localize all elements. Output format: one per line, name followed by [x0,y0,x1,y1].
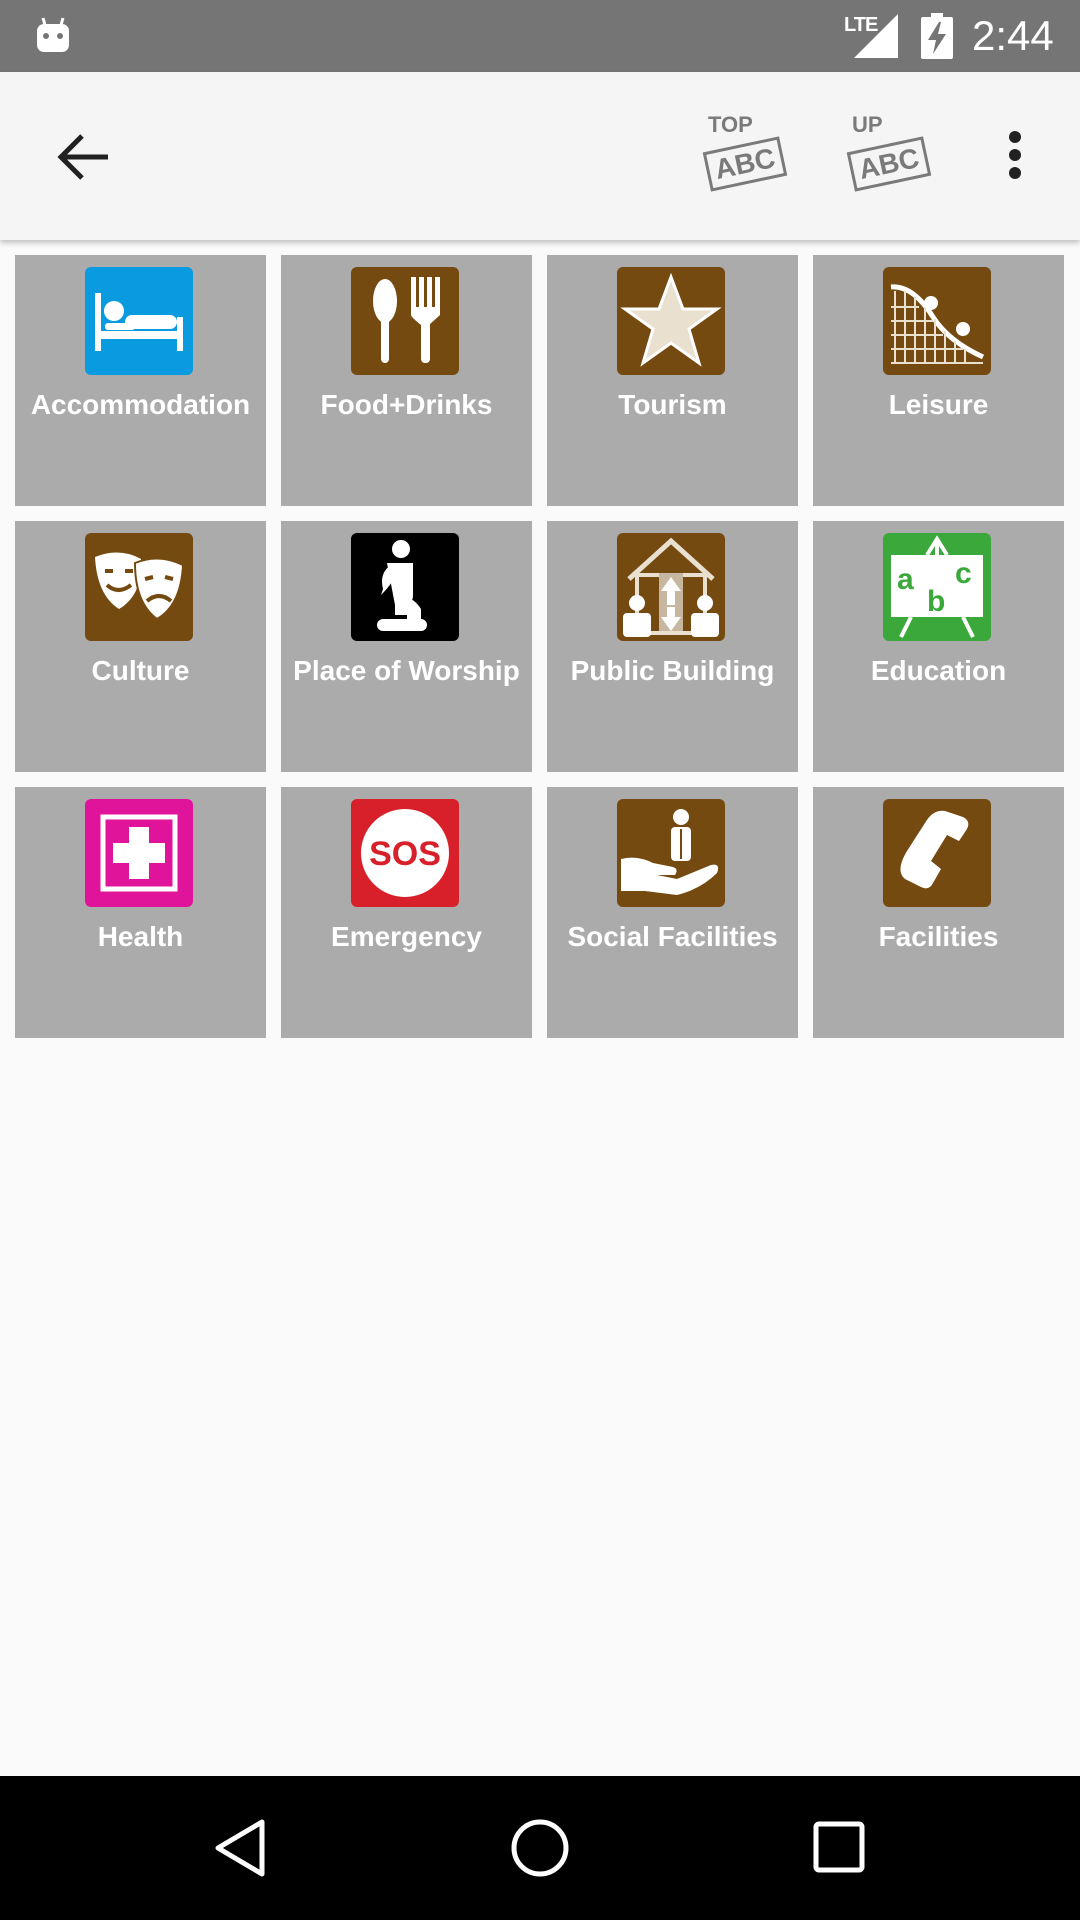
circle-home-icon[interactable] [504,1812,576,1884]
category-label: Social Facilities [567,921,778,952]
category-label: Food+Drinks [320,389,493,420]
chalkboard-abc-icon: a b c [883,533,991,641]
clock: 2:44 [972,12,1054,59]
svg-text:a: a [897,563,914,596]
category-label: Culture [91,655,190,686]
category-tile-place-of-worship[interactable]: Place of Worship [281,521,532,772]
triangle-back-icon[interactable] [206,1812,278,1884]
sos-icon: SOS [351,799,459,907]
spoon-fork-icon [351,267,459,375]
category-tile-public-building[interactable]: Public Building [547,521,798,772]
category-tile-emergency[interactable]: SOS Emergency [281,787,532,1038]
telephone-icon [883,799,991,907]
medical-cross-icon [85,799,193,907]
category-tile-education[interactable]: a b c Education [813,521,1064,772]
category-label: Public Building [570,655,775,686]
category-label: Place of Worship [293,655,520,686]
category-label: Facilities [878,921,999,952]
category-tile-leisure[interactable]: Leisure [813,255,1064,506]
category-tile-food-drinks[interactable]: Food+Drinks [281,255,532,506]
category-label: Emergency [331,921,482,952]
sort-top-caption: TOP [708,112,753,137]
roller-coaster-icon [883,267,991,375]
bed-icon [85,267,193,375]
category-label: Leisure [888,389,989,420]
hand-person-icon [617,799,725,907]
app-bar: TOP ABC UP ABC [0,72,1080,240]
status-bar: LTE 2:44 [0,0,1080,72]
svg-text:SOS: SOS [369,835,441,873]
category-tile-culture[interactable]: Culture [15,521,266,772]
more-vertical-icon[interactable] [1000,130,1030,180]
navigation-bar [0,1776,1080,1920]
praying-person-icon [351,533,459,641]
category-grid: Accommodation Food+Drinks Tourism Leisur… [15,255,1064,1038]
category-label: Education [870,655,1007,686]
battery-charging-icon [921,13,953,59]
sort-up-caption: UP [852,112,883,137]
svg-text:c: c [955,557,972,590]
category-tile-social-facilities[interactable]: Social Facilities [547,787,798,1038]
category-label: Accommodation [30,389,251,420]
category-tile-accommodation[interactable]: Accommodation [15,255,266,506]
sort-top-stamp: ABC [702,136,788,192]
category-label: Tourism [618,389,727,420]
sort-up-abc-button[interactable]: UP ABC [838,112,938,202]
svg-text:b: b [927,585,945,618]
android-robot-icon [37,17,69,52]
sort-top-abc-button[interactable]: TOP ABC [694,112,794,202]
theater-masks-icon [85,533,193,641]
square-recents-icon[interactable] [804,1812,876,1884]
public-building-icon [617,533,725,641]
sort-up-stamp: ABC [846,136,932,192]
category-label: Health [97,921,184,952]
category-tile-tourism[interactable]: Tourism [547,255,798,506]
category-tile-facilities[interactable]: Facilities [813,787,1064,1038]
category-tile-health[interactable]: Health [15,787,266,1038]
arrow-left-icon[interactable] [52,126,114,188]
star-icon [617,267,725,375]
lte-signal-icon [854,14,898,58]
